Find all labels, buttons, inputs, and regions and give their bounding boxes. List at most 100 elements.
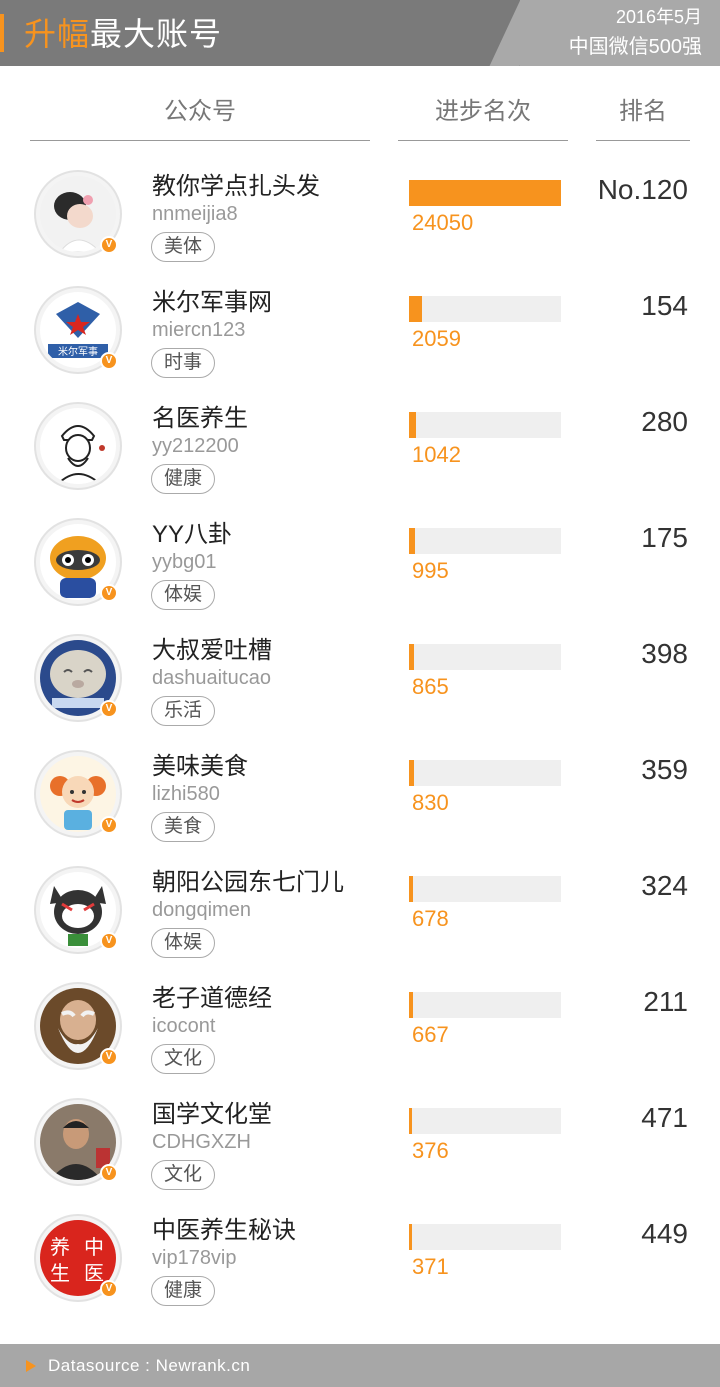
progress-bar	[409, 412, 416, 438]
category-tag: 体娱	[151, 580, 216, 610]
header-banner: 升幅最大账号 2016年5月 中国微信500强	[0, 0, 720, 66]
verified-badge-icon: V	[100, 584, 118, 602]
tcm-char-1: 养	[50, 1235, 70, 1259]
avatar: 米尔军事 V	[34, 286, 122, 374]
verified-badge-icon: V	[100, 352, 118, 370]
column-header-rank: 排名	[619, 98, 667, 125]
progress-value: 371	[412, 1254, 449, 1279]
progress-value: 995	[412, 558, 449, 583]
account-handle: yy212200	[152, 435, 239, 457]
account-handle: nnmeijia8	[152, 203, 238, 225]
list-item[interactable]: V 大叔爱吐槽 dashuaitucao 乐活 865 398	[0, 634, 720, 750]
avatar: V	[34, 866, 122, 954]
column-divider-progress	[398, 140, 568, 141]
avatar: 养 中 生 医 V	[34, 1214, 122, 1302]
footer-bar: Datasource : Newrank.cn	[0, 1344, 720, 1387]
rank-value: 175	[641, 522, 688, 553]
list-item[interactable]: V 教你学点扎头发 nnmeijia8 美体 24050 No.120	[0, 170, 720, 286]
header-date: 2016年5月	[615, 7, 702, 27]
category-tag: 美体	[151, 232, 216, 262]
category-tag: 文化	[151, 1160, 216, 1190]
avatar: V	[34, 1098, 122, 1186]
verified-badge-icon: V	[100, 1048, 118, 1066]
rank-value: 471	[641, 1102, 688, 1133]
progress-bar	[409, 876, 413, 902]
data-source-label: Datasource : Newrank.cn	[48, 1356, 251, 1375]
list-item[interactable]: 米尔军事 V 米尔军事网 miercn123 时事 2059 154	[0, 286, 720, 402]
account-handle: lizhi580	[152, 783, 220, 805]
avatar	[34, 402, 122, 490]
account-name: 朝阳公园东七门儿	[152, 869, 344, 896]
account-name: 米尔军事网	[152, 289, 272, 316]
list-item[interactable]: V 美味美食 lizhi580 美食 830 359	[0, 750, 720, 866]
progress-bar-track	[409, 412, 561, 438]
verified-badge-icon: V	[100, 236, 118, 254]
column-divider-rank	[596, 140, 690, 141]
progress-bar-track	[409, 296, 561, 322]
list-item[interactable]: V YY八卦 yybg01 体娱 995 175	[0, 518, 720, 634]
progress-bar	[409, 1224, 412, 1250]
tcm-char-2: 中	[84, 1235, 104, 1259]
list-item[interactable]: 养 中 生 医 V 中医养生秘诀 vip178vip 健康 371 449	[0, 1214, 720, 1330]
list-item[interactable]: V 国学文化堂 CDHGXZH 文化 376 471	[0, 1098, 720, 1214]
progress-value: 2059	[412, 326, 461, 351]
avatar: V	[34, 170, 122, 258]
account-handle: yybg01	[152, 551, 217, 573]
verified-badge-icon: V	[100, 1280, 118, 1298]
title-rest: 最大账号	[90, 16, 223, 52]
rank-value: 324	[641, 870, 688, 901]
category-tag: 时事	[151, 348, 216, 378]
progress-value: 830	[412, 790, 449, 815]
progress-bar	[409, 296, 422, 322]
column-divider-account	[30, 140, 370, 141]
progress-bar-track	[409, 876, 561, 902]
column-header-account: 公众号	[164, 98, 236, 125]
progress-bar	[409, 180, 561, 206]
progress-value: 865	[412, 674, 449, 699]
avatar: V	[34, 750, 122, 838]
verified-badge-icon: V	[100, 816, 118, 834]
account-name: 国学文化堂	[152, 1101, 272, 1128]
list-item[interactable]: V 老子道德经 icocont 文化 667 211	[0, 982, 720, 1098]
progress-bar-track	[409, 992, 561, 1018]
list-item[interactable]: 名医养生 yy212200 健康 1042 280	[0, 402, 720, 518]
rank-value: No.120	[597, 174, 688, 205]
account-handle: vip178vip	[152, 1247, 237, 1269]
progress-bar-track	[409, 1224, 561, 1250]
category-tag: 体娱	[151, 928, 216, 958]
avatar: V	[34, 982, 122, 1070]
progress-value: 1042	[412, 442, 461, 467]
account-name: 老子道德经	[152, 985, 272, 1012]
account-handle: miercn123	[152, 319, 246, 341]
title-highlight: 升幅	[24, 16, 91, 52]
tcm-char-3: 生	[50, 1261, 70, 1285]
rank-value: 449	[641, 1218, 688, 1249]
account-name: 中医养生秘诀	[152, 1217, 296, 1244]
category-tag: 美食	[151, 812, 216, 842]
account-name: 教你学点扎头发	[152, 173, 320, 200]
progress-bar-track	[409, 528, 561, 554]
progress-bar	[409, 760, 414, 786]
header-subtitle: 中国微信500强	[568, 36, 702, 58]
list-item[interactable]: V 朝阳公园东七门儿 dongqimen 体娱 678 324	[0, 866, 720, 982]
progress-bar	[409, 528, 415, 554]
progress-value: 667	[412, 1022, 449, 1047]
progress-bar-track	[409, 644, 561, 670]
rank-value: 398	[641, 638, 688, 669]
rank-value: 211	[643, 986, 688, 1017]
military-logo-text: 米尔军事	[58, 345, 98, 358]
page-title: 升幅最大账号	[24, 14, 222, 54]
header-accent-bar	[0, 14, 4, 52]
account-handle: CDHGXZH	[152, 1131, 251, 1153]
rank-value: 154	[641, 290, 688, 321]
account-handle: dashuaitucao	[152, 667, 271, 689]
category-tag: 乐活	[151, 696, 216, 726]
tcm-char-4: 医	[84, 1261, 104, 1285]
verified-badge-icon: V	[100, 932, 118, 950]
progress-bar-track	[409, 1108, 561, 1134]
progress-bar-track	[409, 760, 561, 786]
avatar: V	[34, 518, 122, 606]
rank-value: 280	[641, 406, 688, 437]
verified-badge-icon: V	[100, 1164, 118, 1182]
account-name: 大叔爱吐槽	[152, 637, 272, 664]
